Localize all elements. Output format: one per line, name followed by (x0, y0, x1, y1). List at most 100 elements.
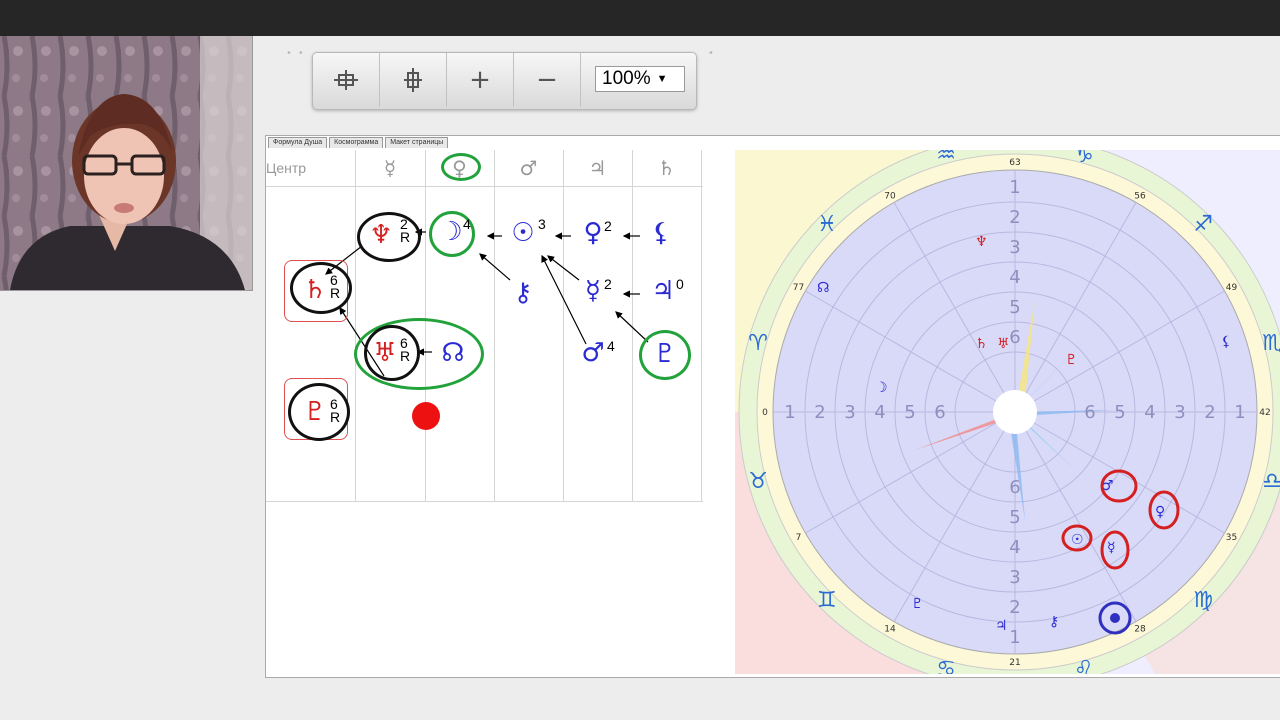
fit-width-icon (334, 70, 358, 90)
svg-text:♄: ♄ (975, 336, 988, 352)
ring-number: 1 (1009, 627, 1020, 648)
mercury-label: 2 (604, 276, 612, 292)
degree-label: 56 (1134, 191, 1146, 201)
mars-label: 4 (607, 338, 615, 354)
ring-number: 3 (1009, 237, 1020, 258)
document-page: Формула Душа Космограмма Макет страницы … (265, 135, 1280, 678)
degree-label: 21 (1009, 658, 1020, 668)
ring-number: 2 (1009, 207, 1020, 228)
ring-number: 6 (934, 402, 945, 423)
ring-number: 6 (1084, 402, 1095, 423)
zoom-out-button[interactable]: − (514, 53, 581, 107)
degree-label: 7 (796, 533, 802, 543)
degree-label: 42 (1259, 408, 1270, 418)
ring-number: 4 (1144, 402, 1155, 423)
degree-label: 77 (793, 283, 804, 293)
saturn-label: 6 R (330, 272, 341, 301)
svg-text:☉: ☉ (1071, 532, 1084, 548)
degree-label: 49 (1226, 283, 1238, 293)
ring-number: 2 (814, 402, 825, 423)
neptune-glyph: ♆ (369, 220, 393, 250)
neptune-label: 2 R (400, 216, 411, 245)
ring-number: 3 (1174, 402, 1185, 423)
ring-number: 3 (1009, 567, 1020, 588)
zodiac-sign: ♉ (748, 469, 768, 494)
ring-number: 6 (1009, 477, 1020, 498)
fit-height-button[interactable] (380, 53, 447, 107)
mars-glyph: ♂ (581, 338, 605, 368)
svg-text:♅: ♅ (997, 336, 1010, 352)
sun-label: 3 (538, 216, 546, 232)
ring-number: 1 (784, 402, 795, 423)
venus-label: 2 (604, 218, 612, 234)
zoom-value: 100% (602, 68, 651, 89)
sun-glyph: ☉ (511, 218, 535, 248)
tab-formula[interactable]: Формула Душа (268, 137, 328, 148)
svg-text:♇: ♇ (911, 596, 924, 612)
tab-page-layout[interactable]: Макет страницы (385, 137, 449, 148)
formula-arrows (325, 228, 649, 377)
ring-number: 3 (844, 402, 855, 423)
fit-height-icon (404, 68, 422, 92)
zodiac-sign: ♐ (1193, 212, 1213, 237)
zodiac-sign: ♏ (1262, 331, 1280, 356)
zoom-toolbar: + − 100% ▼ (312, 52, 697, 110)
uranus-label: 6 R (400, 335, 411, 364)
tab-cosmogram[interactable]: Космограмма (329, 137, 384, 148)
uranus-glyph: ♅ (373, 338, 397, 368)
formula-grid: Центр ☿ ♀ ♂ ♃ ♄ ♆ 2 R ☽ 4 ☉ 3 ♀ 2 ⚸ ♄ 6 … (266, 150, 703, 502)
sheet-tabs: Формула Душа Космограмма Макет страницы (268, 137, 450, 148)
ring-number: 2 (1009, 597, 1020, 618)
svg-text:⚸: ⚸ (1221, 334, 1231, 350)
svg-text:☽: ☽ (875, 380, 888, 396)
chart-wheel-svg: ♑♐♏♎♍♌♋♊♉♈♓♒ 6356494235282114707770 1234… (735, 150, 1280, 674)
ring-number: 1 (1234, 402, 1245, 423)
zodiac-sign: ♑ (1074, 150, 1094, 168)
chiron-glyph: ⚷ (513, 278, 533, 308)
zodiac-sign: ♋ (936, 657, 956, 674)
svg-text:☊: ☊ (817, 280, 829, 296)
ring-number: 1 (1009, 177, 1020, 198)
zodiac-sign: ♓ (817, 212, 837, 237)
ring-number: 5 (904, 402, 915, 423)
zodiac-sign: ♊ (817, 588, 837, 613)
fit-width-button[interactable] (313, 53, 380, 107)
pluto-retro-label: 6 R (330, 396, 341, 425)
moon-glyph: ☽ (439, 217, 463, 247)
webcam-video (0, 36, 253, 291)
page-dots-right: • (708, 48, 720, 59)
degree-label: 63 (1009, 158, 1020, 168)
svg-text:♀: ♀ (1155, 504, 1165, 520)
zoom-select[interactable]: 100% ▼ (595, 66, 685, 92)
ring-number: 4 (874, 402, 885, 423)
ring-number: 4 (1009, 267, 1020, 288)
ring-number: 5 (1009, 507, 1020, 528)
saturn-glyph: ♄ (303, 275, 327, 305)
svg-text:♇: ♇ (1065, 352, 1078, 368)
ring-number: 2 (1204, 402, 1215, 423)
zodiac-sign: ♈ (748, 331, 768, 356)
zodiac-sign: ♌ (1074, 657, 1094, 674)
chart-blue-dot (1110, 613, 1120, 623)
red-dot-marker (412, 402, 440, 430)
webcam-image (0, 36, 252, 290)
page-dots-left: •• (286, 48, 310, 59)
jupiter-label: 0 (676, 276, 684, 292)
ring-number: 5 (1009, 297, 1020, 318)
top-bar (0, 0, 1280, 36)
zoom-in-button[interactable]: + (447, 53, 514, 107)
natal-chart-wheel: ♑ ♐ ♏ ♎ ♍ ♌ ♋ ♊ ♉ ♈ ♓ ♒ 63 56 49 42 35 28 21 14 7 0 77 70 1234… (735, 150, 1280, 674)
svg-text:♃: ♃ (995, 618, 1008, 634)
svg-text:♆: ♆ (975, 234, 988, 250)
degree-label: 14 (884, 625, 896, 635)
ring-number: 6 (1009, 327, 1020, 348)
pluto-glyph: ♇ (653, 339, 677, 369)
pluto-retro-glyph: ♇ (303, 397, 327, 427)
jupiter-glyph: ♃ (651, 276, 675, 306)
degree-label: 28 (1134, 625, 1146, 635)
ring-number: 4 (1009, 537, 1020, 558)
zodiac-sign: ♒ (936, 150, 956, 168)
lilith-glyph: ⚸ (651, 218, 671, 248)
zodiac-sign: ♍ (1193, 588, 1213, 613)
degree-label: 35 (1226, 533, 1237, 543)
